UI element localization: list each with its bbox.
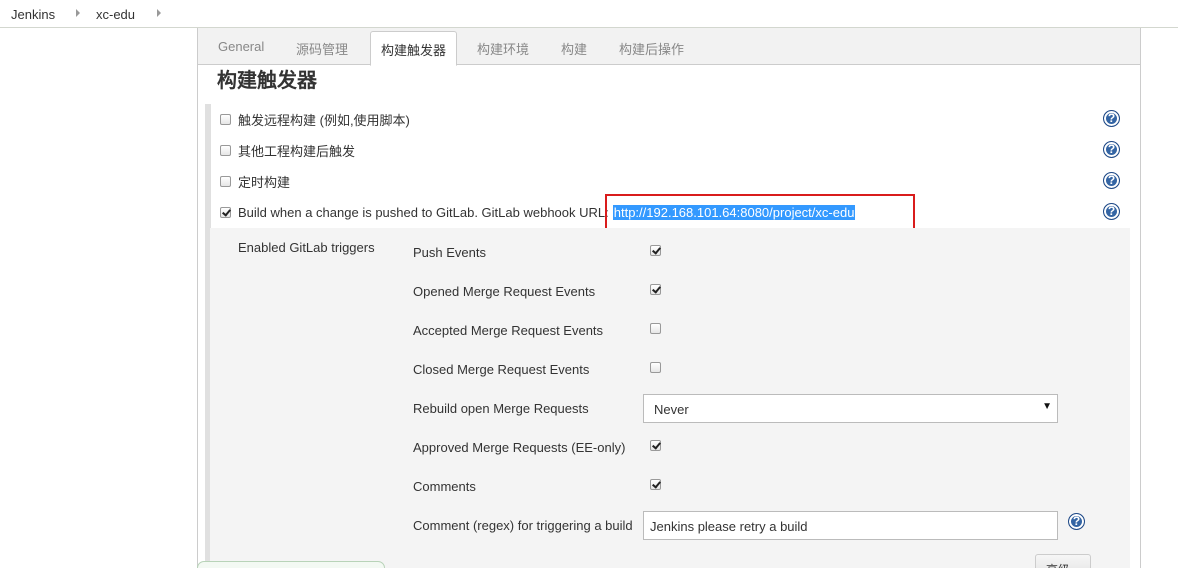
breadcrumb-xc-edu[interactable]: xc-edu [96, 7, 135, 22]
trigger-remote: 触发远程构建 (例如,使用脚本) [220, 110, 410, 128]
trigger-scheduled-label: 定时构建 [238, 174, 291, 190]
push-events-label: Push Events [413, 245, 486, 260]
approved-mr-checkbox[interactable] [650, 440, 661, 451]
rebuild-mr-label: Rebuild open Merge Requests [413, 401, 589, 416]
help-icon[interactable]: ? [1103, 203, 1120, 220]
closed-mr-label: Closed Merge Request Events [413, 362, 590, 377]
trigger-after-other-checkbox[interactable] [220, 144, 231, 156]
help-icon[interactable]: ? [1103, 141, 1120, 158]
tab-bar: General 源码管理 构建触发器 构建环境 构建 构建后操作 [198, 28, 1140, 66]
trigger-scheduled: 定时构建 [220, 172, 290, 190]
tab-build[interactable]: 构建 [561, 39, 587, 58]
tab-post-build[interactable]: 构建后操作 [619, 39, 684, 58]
gitlab-triggers-section: Enabled GitLab triggers Push Events Open… [210, 228, 1130, 568]
comments-label: Comments [413, 479, 476, 494]
trigger-after-other-label: 其他工程构建后触发 [238, 143, 356, 159]
tab-general[interactable]: General [218, 39, 264, 54]
trigger-gitlab-label: Build when a change is pushed to GitLab.… [238, 204, 609, 220]
tab-build-triggers[interactable]: 构建触发器 [370, 31, 458, 66]
breadcrumb-jenkins[interactable]: Jenkins [11, 7, 55, 22]
breadcrumb: Jenkins xc-edu [0, 0, 1178, 28]
trigger-remote-checkbox[interactable] [220, 113, 231, 125]
tab-source-management[interactable]: 源码管理 [296, 39, 348, 58]
tab-build-environment[interactable]: 构建环境 [477, 39, 529, 58]
dropdown-arrow-icon: ▼ [1042, 401, 1052, 412]
comments-checkbox[interactable] [650, 479, 661, 490]
opened-mr-checkbox[interactable] [650, 284, 661, 295]
help-icon[interactable]: ? [1103, 172, 1120, 189]
comment-regex-label: Comment (regex) for triggering a build [413, 518, 633, 533]
chevron-right-icon [76, 9, 80, 17]
approved-mr-label: Approved Merge Requests (EE-only) [413, 440, 626, 455]
rebuild-mr-select-value: Never [654, 402, 689, 417]
push-events-checkbox[interactable] [650, 245, 661, 256]
help-icon[interactable]: ? [1103, 110, 1120, 127]
accepted-mr-checkbox[interactable] [650, 323, 661, 334]
accepted-mr-label: Accepted Merge Request Events [413, 323, 604, 338]
trigger-after-other: 其他工程构建后触发 [220, 141, 355, 159]
chevron-right-icon [157, 9, 161, 17]
trigger-remote-label: 触发远程构建 (例如,使用脚本) [238, 112, 410, 128]
trigger-scheduled-checkbox[interactable] [220, 175, 231, 187]
trigger-gitlab-checkbox[interactable] [220, 206, 231, 218]
advanced-button[interactable]: 高级... [1035, 554, 1091, 568]
section-title: 构建触发器 [217, 70, 317, 92]
help-icon[interactable]: ? [1068, 513, 1085, 530]
config-panel: General 源码管理 构建触发器 构建环境 构建 构建后操作 构建触发器 触… [197, 28, 1141, 568]
bottom-bar-edge [197, 561, 385, 568]
highlight-box [605, 194, 915, 230]
opened-mr-label: Opened Merge Request Events [413, 284, 596, 299]
closed-mr-checkbox[interactable] [650, 362, 661, 373]
rebuild-mr-select[interactable]: Never ▼ [643, 394, 1058, 423]
gitlab-triggers-title: Enabled GitLab triggers [238, 240, 375, 255]
comment-regex-input[interactable]: Jenkins please retry a build [643, 511, 1058, 540]
